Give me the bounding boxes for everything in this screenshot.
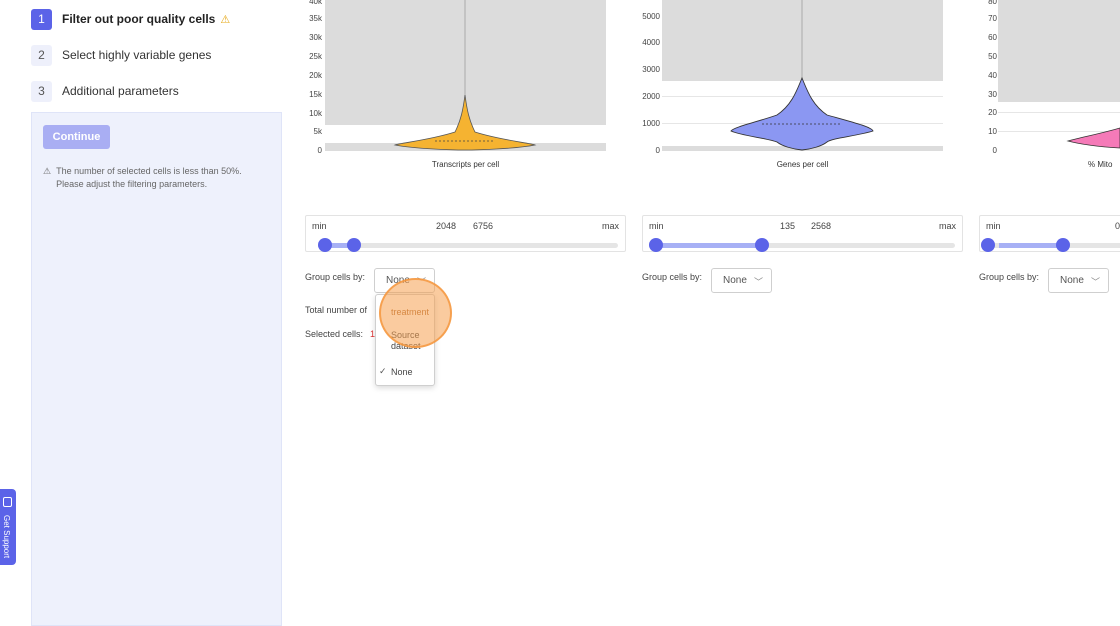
y-tick: 35k [309, 14, 322, 23]
range-min-label: min [312, 221, 327, 231]
slider-high-handle[interactable] [1056, 238, 1070, 252]
group-cells-label: Group cells by: [979, 272, 1040, 282]
range-slider-mito[interactable]: min 0 [979, 215, 1120, 252]
y-tick: 70 [988, 14, 997, 23]
notice: ⚠ The number of selected cells is less t… [43, 165, 268, 190]
step-number: 1 [31, 8, 52, 30]
range-low-value: 0 [1115, 221, 1120, 231]
chevron-down-icon: ﹀ [1090, 277, 1100, 287]
violin-genes [730, 0, 874, 151]
dropdown-option-none[interactable]: None [391, 367, 413, 378]
support-label: Get Support [2, 515, 11, 559]
get-support-tab[interactable]: Get Support [0, 489, 16, 565]
slider-low-handle[interactable] [649, 238, 663, 252]
y-tick: 50 [988, 52, 997, 61]
continue-button[interactable]: Continue [43, 125, 110, 149]
x-label: Transcripts per cell [431, 160, 500, 169]
y-tick: 20k [309, 71, 322, 80]
y-tick: 5k [313, 127, 322, 136]
group-cells-select[interactable]: None ﹀ [1048, 268, 1109, 293]
slider-low-handle[interactable] [981, 238, 995, 252]
y-tick: 3000 [642, 65, 660, 74]
slider-track[interactable] [318, 243, 618, 248]
step-label: Additional parameters [62, 84, 179, 98]
y-tick: 40k [309, 0, 322, 6]
range-slider-transcripts[interactable]: min 2048 6756 max [305, 215, 626, 252]
step-label: Select highly variable genes [62, 48, 212, 62]
range-low-value: 2048 [436, 221, 457, 231]
y-tick: 0 [992, 146, 997, 155]
select-value: None [723, 275, 747, 286]
slider-fill [662, 243, 762, 248]
y-tick: 0 [317, 146, 322, 155]
y-tick: 40 [988, 71, 997, 80]
support-icon [3, 497, 12, 507]
y-tick: 60 [988, 33, 997, 42]
y-tick: 10k [309, 109, 322, 118]
y-tick: 2000 [642, 92, 660, 101]
range-min-label: min [986, 221, 1001, 231]
slider-high-handle[interactable] [755, 238, 769, 252]
y-tick: 0 [655, 146, 660, 155]
slider-high-handle[interactable] [347, 238, 361, 252]
warning-icon: ⚠ [43, 166, 52, 176]
selected-cells-label: Selected cells: [305, 329, 364, 339]
group-cells-select[interactable]: None ﹀ [711, 268, 772, 293]
range-min-label: min [649, 221, 664, 231]
y-tick: 10 [988, 127, 997, 136]
y-tick: 4000 [642, 38, 660, 47]
x-label: % Mito [1088, 160, 1113, 169]
violin-transcripts [393, 0, 537, 151]
step-1[interactable]: 1 Filter out poor quality cells ⚠ [31, 8, 230, 30]
total-cells-text: Total number of [305, 305, 368, 315]
range-max-label: max [939, 221, 957, 231]
y-tick: 1000 [642, 119, 660, 128]
range-slider-genes[interactable]: min 135 2568 max [642, 215, 963, 252]
step-number: 2 [31, 44, 52, 66]
step-label: Filter out poor quality cells [62, 12, 216, 26]
range-max-label: max [602, 221, 620, 231]
click-highlight [379, 278, 452, 348]
notice-text: The number of selected cells is less tha… [56, 166, 242, 189]
select-value: None [1060, 275, 1084, 286]
sidebar-panel: Continue ⚠ The number of selected cells … [31, 112, 282, 626]
violin-mito [1066, 127, 1120, 149]
chevron-down-icon: ﹀ [753, 277, 763, 287]
y-tick: 30k [309, 33, 322, 42]
step-number: 3 [31, 80, 52, 102]
range-low-value: 135 [780, 221, 796, 231]
check-icon: ✓ [379, 366, 387, 376]
y-tick: 5000 [642, 12, 660, 21]
x-label: Genes per cell [776, 160, 829, 169]
range-high-value: 6756 [473, 221, 494, 231]
y-tick: 15k [309, 90, 322, 99]
step-2[interactable]: 2 Select highly variable genes [31, 44, 211, 66]
step-3[interactable]: 3 Additional parameters [31, 80, 179, 102]
y-tick: 30 [988, 90, 997, 99]
y-tick: 25k [309, 52, 322, 61]
group-cells-label: Group cells by: [305, 272, 366, 282]
range-high-value: 2568 [811, 221, 832, 231]
y-tick: 80 [988, 0, 997, 6]
y-tick: 20 [988, 108, 997, 117]
slider-low-handle[interactable] [318, 238, 332, 252]
warning-icon: ⚠ [220, 13, 231, 26]
group-cells-label: Group cells by: [642, 272, 703, 282]
